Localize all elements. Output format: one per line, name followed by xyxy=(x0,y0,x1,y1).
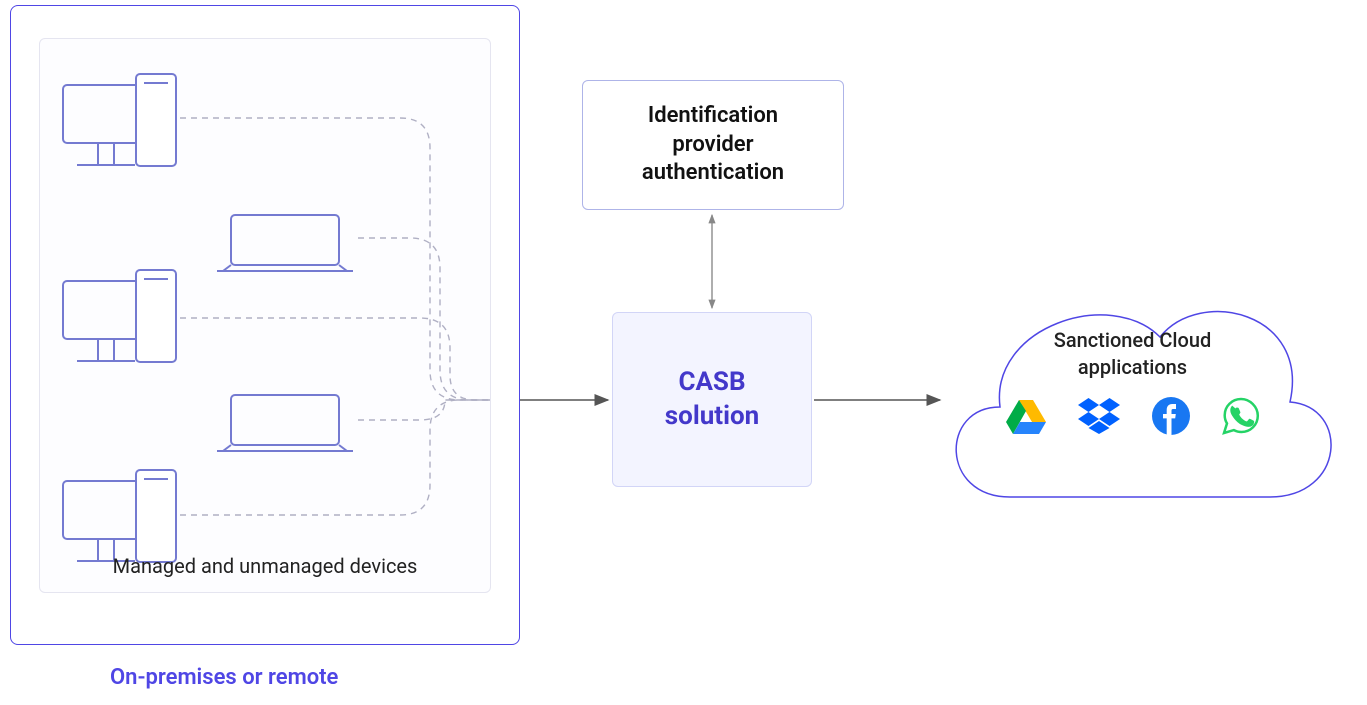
diagram-stage: Managed and unmanaged devices On-premise… xyxy=(0,0,1367,705)
cloud-outline-icon xyxy=(920,232,1345,552)
desktop-icon xyxy=(62,73,188,177)
facebook-icon xyxy=(1152,397,1190,435)
dropbox-icon xyxy=(1078,398,1120,434)
laptop-icon xyxy=(215,214,355,278)
casb-box: CASB solution xyxy=(612,312,812,487)
cloud-title: Sanctioned Cloud applications xyxy=(983,327,1283,381)
idp-box: Identification provider authentication xyxy=(582,80,844,210)
casb-label: CASB solution xyxy=(665,366,759,434)
google-drive-icon xyxy=(1006,398,1046,434)
cloud-app-icons xyxy=(1006,397,1260,435)
onprem-footer-label: On-premises or remote xyxy=(110,665,338,690)
whatsapp-icon xyxy=(1222,397,1260,435)
desktop-icon xyxy=(62,269,188,373)
devices-group: Managed and unmanaged devices xyxy=(39,38,491,593)
onprem-panel: Managed and unmanaged devices xyxy=(10,5,520,645)
laptop-icon xyxy=(215,394,355,458)
idp-label: Identification provider authentication xyxy=(642,102,784,188)
devices-group-label: Managed and unmanaged devices xyxy=(40,554,490,578)
cloud-apps: Sanctioned Cloud applications xyxy=(920,232,1345,552)
